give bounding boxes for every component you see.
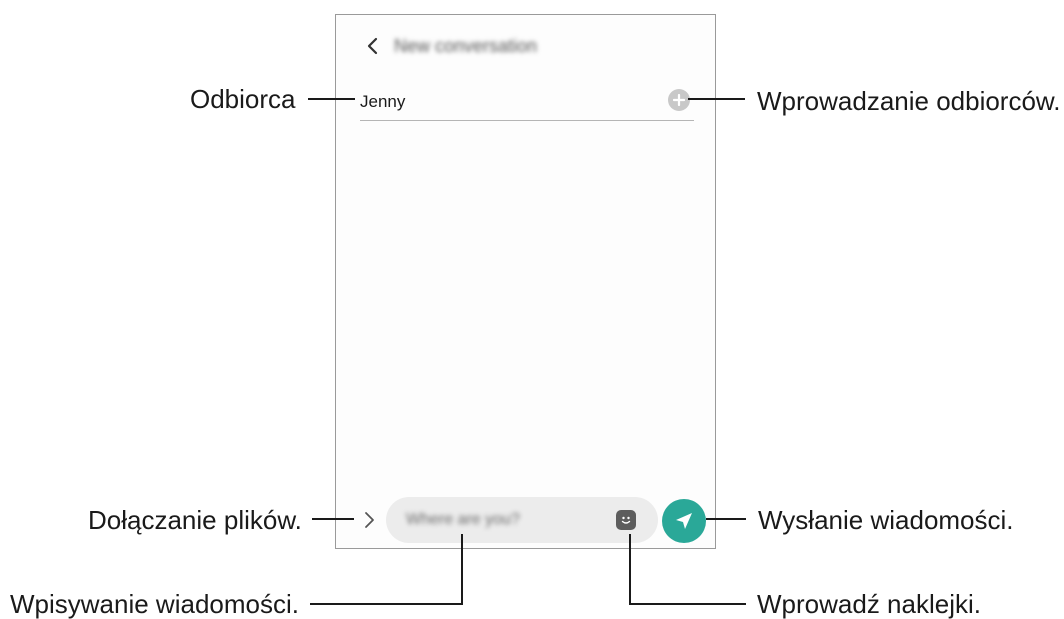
callout-send-message: Wysłanie wiadomości. (758, 505, 1014, 535)
recipient-name: Jenny (360, 92, 406, 111)
chevron-right-icon (365, 512, 374, 528)
leader-line-stickers-v (629, 534, 631, 605)
plus-icon (673, 94, 685, 106)
callout-stickers: Wprowadź naklejki. (757, 589, 981, 619)
leader-line-attach-files (312, 518, 354, 520)
back-button[interactable] (362, 35, 384, 57)
callout-type-message: Wpisywanie wiadomości. (10, 589, 299, 619)
leader-line-type-message-v (461, 534, 463, 605)
callout-attach-files: Dołączanie plików. (88, 505, 302, 535)
message-input[interactable]: Where are you? (386, 497, 658, 543)
recipient-field[interactable]: Jenny (360, 89, 694, 121)
message-placeholder: Where are you? (406, 511, 520, 528)
sticker-icon (621, 516, 631, 524)
leader-line-send-message (706, 518, 746, 520)
attach-button[interactable] (358, 509, 380, 531)
send-icon (676, 513, 692, 529)
sticker-button[interactable] (616, 510, 636, 530)
send-button[interactable] (662, 499, 706, 543)
leader-line-stickers-h (629, 603, 746, 605)
chevron-left-icon (367, 37, 378, 55)
phone-screen: New conversation Jenny Where are you? (335, 14, 716, 549)
callout-recipient: Odbiorca (190, 84, 296, 114)
callout-add-recipients: Wprowadzanie odbiorców. (757, 86, 1061, 116)
leader-line-type-message-h (310, 603, 463, 605)
screen-title: New conversation (394, 36, 538, 56)
add-recipient-button[interactable] (668, 89, 690, 111)
leader-line-add-recipients (688, 98, 745, 100)
leader-line-recipient (308, 98, 355, 100)
